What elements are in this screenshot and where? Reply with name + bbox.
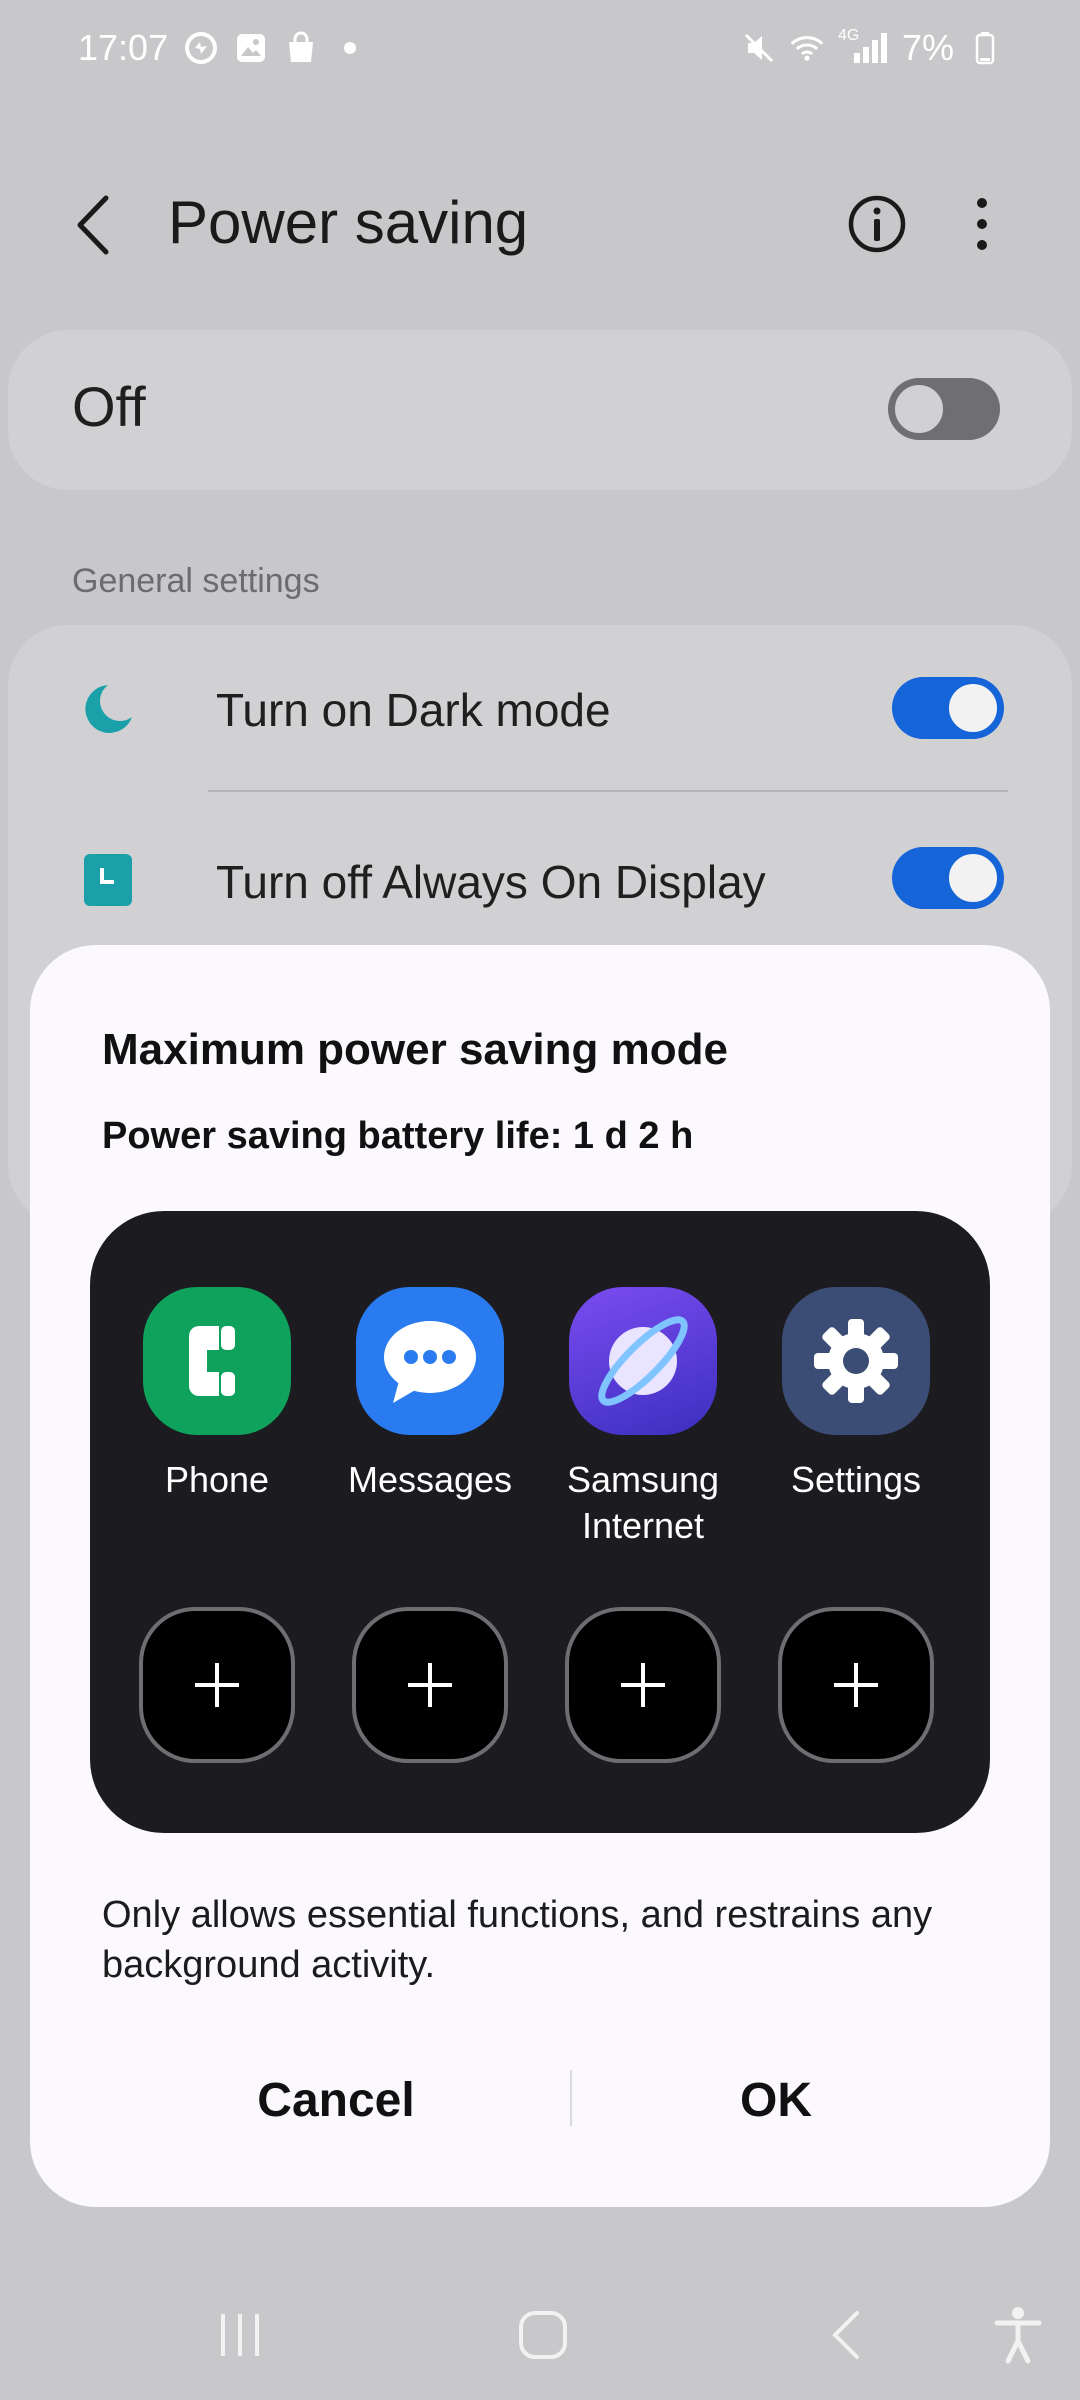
- settings-gear-icon: [782, 1287, 930, 1435]
- wifi-icon: [790, 31, 824, 65]
- gallery-icon: [234, 31, 268, 65]
- recent-apps-icon: [221, 2314, 259, 2356]
- settings-divider: [208, 790, 1008, 792]
- network-type-label: 4G: [837, 27, 860, 44]
- setting-dark-mode-label: Turn on Dark mode: [216, 684, 611, 736]
- app-messages-label: Messages: [347, 1459, 513, 1500]
- battery-percent: 7%: [901, 27, 954, 68]
- accessibility-icon: [994, 2307, 1042, 2364]
- dark-mode-toggle[interactable]: [892, 677, 1004, 739]
- phone-icon: [143, 1287, 291, 1435]
- status-time: 17:07: [78, 27, 169, 68]
- app-samsung-internet-label-line1: Samsung: [566, 1459, 720, 1500]
- add-app-slot-3[interactable]: [565, 1607, 721, 1763]
- master-switch-label: Off: [72, 375, 146, 438]
- toggle-knob: [946, 851, 1000, 905]
- app-messages[interactable]: Messages: [330, 1287, 530, 1503]
- notification-app-icon: [184, 31, 218, 65]
- button-divider: [570, 2070, 572, 2126]
- plus-icon: [195, 1663, 239, 1707]
- dialog-description: Only allows essential functions, and res…: [102, 1894, 933, 1986]
- samsung-internet-icon: [569, 1287, 717, 1435]
- status-bar: 17:07 4G 7%: [0, 0, 1080, 96]
- home-icon: [519, 2311, 567, 2359]
- add-app-slot-2[interactable]: [352, 1607, 508, 1763]
- add-app-slot-1[interactable]: [139, 1607, 295, 1763]
- setting-aod-label: Turn off Always On Display: [216, 856, 766, 908]
- recent-apps-button[interactable]: [200, 2300, 280, 2370]
- master-switch-card[interactable]: Off: [8, 330, 1072, 490]
- section-header-general: General settings: [72, 562, 320, 600]
- more-options-button[interactable]: [962, 192, 1002, 256]
- moon-icon: [78, 679, 138, 739]
- cancel-button[interactable]: Cancel: [166, 2050, 506, 2150]
- accessibility-button[interactable]: [978, 2300, 1058, 2370]
- home-button[interactable]: [503, 2300, 583, 2370]
- always-on-display-icon: [78, 850, 138, 910]
- plus-icon: [621, 1663, 665, 1707]
- back-arrow-icon: [77, 195, 109, 255]
- master-switch-toggle[interactable]: [888, 378, 1000, 440]
- back-button[interactable]: [62, 190, 122, 260]
- add-app-slot-4[interactable]: [778, 1607, 934, 1763]
- app-samsung-internet-label: Samsung Internet: [543, 1457, 743, 1549]
- signal-icon: 4G: [838, 27, 888, 65]
- info-icon: [848, 195, 906, 253]
- system-navigation-bar: [0, 2270, 1080, 2400]
- plus-icon: [408, 1663, 452, 1707]
- app-phone[interactable]: Phone: [117, 1287, 317, 1503]
- mute-icon: [742, 31, 776, 65]
- plus-icon: [834, 1663, 878, 1707]
- dialog-title: Maximum power saving mode: [102, 1025, 728, 1074]
- nav-back-button[interactable]: [806, 2300, 886, 2370]
- allowed-apps-panel: Phone Messages Samsung Internet Settings: [90, 1211, 990, 1833]
- battery-life-estimate: Power saving battery life: 1 d 2 h: [102, 1115, 694, 1157]
- app-settings[interactable]: Settings: [756, 1287, 956, 1503]
- ok-button[interactable]: OK: [606, 2050, 946, 2150]
- max-power-saving-dialog: Maximum power saving mode Power saving b…: [30, 945, 1050, 2207]
- setting-always-on-display[interactable]: Turn off Always On Display: [8, 805, 1072, 955]
- always-on-display-toggle[interactable]: [892, 847, 1004, 909]
- setting-dark-mode[interactable]: Turn on Dark mode: [8, 635, 1072, 785]
- toggle-knob: [892, 382, 946, 436]
- app-samsung-internet-label-line2: Internet: [581, 1505, 705, 1546]
- more-vertical-icon: [977, 198, 987, 250]
- store-bag-icon: [284, 31, 318, 65]
- toggle-knob: [946, 681, 1000, 735]
- battery-charging-icon: [968, 31, 1002, 65]
- app-bar: Power saving: [0, 170, 1080, 280]
- page-title: Power saving: [168, 189, 529, 256]
- app-samsung-internet[interactable]: Samsung Internet: [543, 1287, 743, 1549]
- app-settings-label: Settings: [790, 1459, 922, 1500]
- app-phone-label: Phone: [164, 1459, 270, 1500]
- info-button[interactable]: [845, 192, 909, 256]
- nav-back-icon: [832, 2311, 859, 2359]
- more-notifications-dot-icon: [344, 42, 357, 54]
- messages-icon: [356, 1287, 504, 1435]
